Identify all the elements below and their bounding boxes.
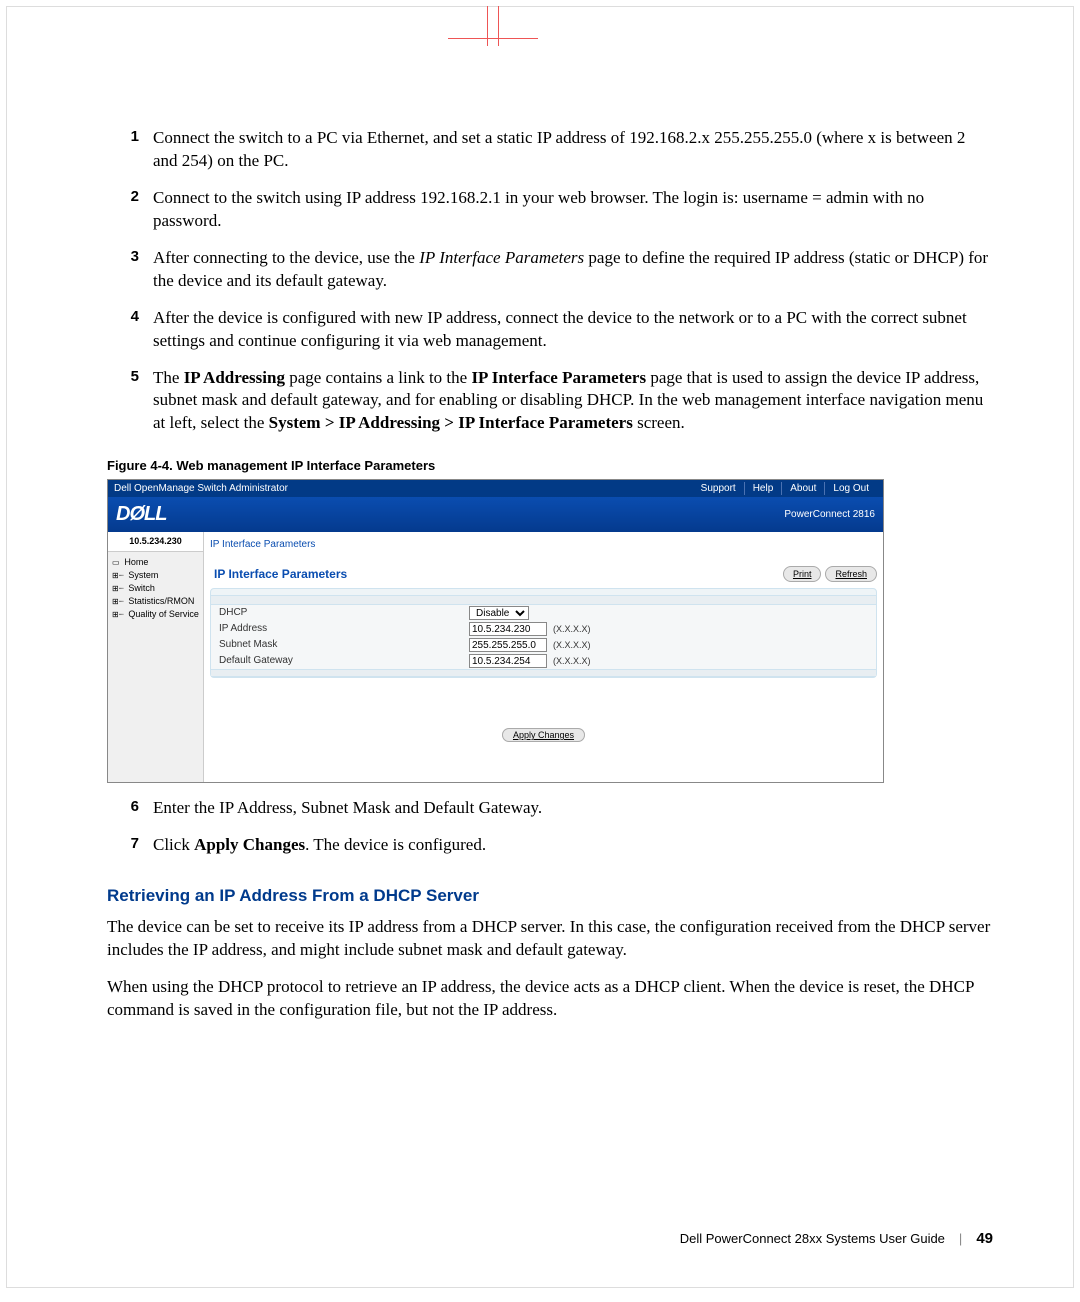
ip-field[interactable] — [469, 622, 547, 636]
gw-hint: (X.X.X.X) — [553, 655, 591, 667]
dhcp-select[interactable]: Disable — [469, 606, 529, 620]
dell-logo: DØLL — [116, 501, 166, 528]
panel-title: IP Interface Parameters — [214, 566, 347, 582]
step-number: 6 — [107, 797, 153, 820]
model-label: PowerConnect 2816 — [784, 508, 875, 522]
step-number: 3 — [107, 247, 153, 293]
step-number: 7 — [107, 834, 153, 857]
embedded-screenshot: Dell OpenManage Switch Administrator Sup… — [107, 479, 884, 784]
apply-changes-button[interactable]: Apply Changes — [502, 728, 585, 742]
mask-field[interactable] — [469, 638, 547, 652]
instruction-list-2: 6 Enter the IP Address, Subnet Mask and … — [107, 797, 993, 857]
step-number: 2 — [107, 187, 153, 233]
mask-label: Subnet Mask — [219, 638, 469, 652]
app-title: Dell OpenManage Switch Administrator — [114, 482, 288, 496]
footer-title: Dell PowerConnect 28xx Systems User Guid… — [680, 1231, 945, 1246]
breadcrumb: IP Interface Parameters — [210, 536, 877, 560]
mask-hint: (X.X.X.X) — [553, 639, 591, 651]
top-links: Support Help About Log Out — [693, 482, 877, 496]
nav-tree[interactable]: ▭ Home ⊞┈ System ⊞┈ Switch ⊞┈ Statistics… — [108, 552, 203, 626]
support-link[interactable]: Support — [693, 482, 744, 496]
gw-field[interactable] — [469, 654, 547, 668]
step-text: After connecting to the device, use the … — [153, 247, 993, 293]
section-heading: Retrieving an IP Address From a DHCP Ser… — [107, 885, 993, 908]
logout-link[interactable]: Log Out — [824, 482, 877, 496]
step-text: After the device is configured with new … — [153, 307, 993, 353]
step-text: Connect the switch to a PC via Ethernet,… — [153, 127, 993, 173]
body-para: The device can be set to receive its IP … — [107, 916, 993, 962]
page-number: 49 — [976, 1230, 993, 1247]
refresh-button[interactable]: Refresh — [825, 566, 877, 582]
step-number: 1 — [107, 127, 153, 173]
ip-label: IP Address — [219, 622, 469, 636]
step-text: Enter the IP Address, Subnet Mask and De… — [153, 797, 993, 820]
gw-label: Default Gateway — [219, 654, 469, 668]
about-link[interactable]: About — [781, 482, 824, 496]
body-para: When using the DHCP protocol to retrieve… — [107, 976, 993, 1022]
step-number: 4 — [107, 307, 153, 353]
dhcp-label: DHCP — [219, 606, 469, 620]
instruction-list: 1 Connect the switch to a PC via Etherne… — [107, 127, 993, 435]
main-panel: IP Interface Parameters IP Interface Par… — [204, 532, 883, 782]
print-button[interactable]: Print — [783, 566, 822, 582]
help-link[interactable]: Help — [744, 482, 782, 496]
step-text: Click Apply Changes. The device is confi… — [153, 834, 993, 857]
step-text: Connect to the switch using IP address 1… — [153, 187, 993, 233]
figure-caption: Figure 4-4. Web management IP Interface … — [107, 457, 993, 475]
step-number: 5 — [107, 367, 153, 436]
sidebar: 10.5.234.230 ▭ Home ⊞┈ System ⊞┈ Switch … — [108, 532, 204, 782]
device-ip: 10.5.234.230 — [108, 532, 203, 551]
page-footer: Dell PowerConnect 28xx Systems User Guid… — [680, 1230, 993, 1247]
step-text: The IP Addressing page contains a link t… — [153, 367, 993, 436]
ip-hint: (X.X.X.X) — [553, 623, 591, 635]
